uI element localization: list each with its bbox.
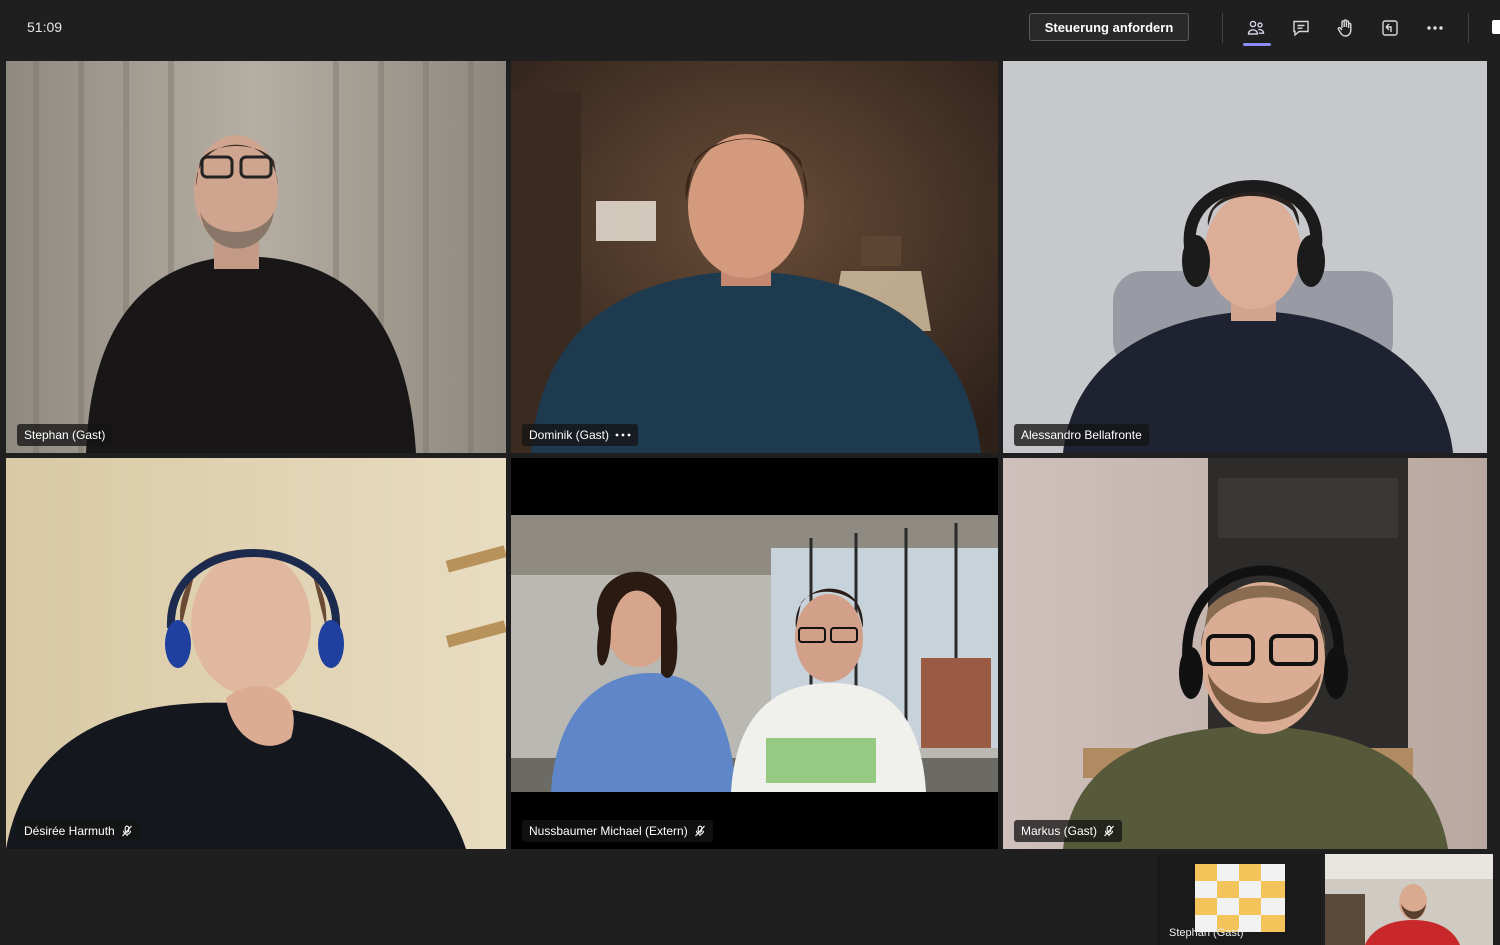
chat-icon[interactable] (1288, 15, 1314, 41)
participant-name: Alessandro Bellafronte (1021, 428, 1142, 442)
video-tile-desiree[interactable]: Désirée Harmuth (6, 458, 506, 849)
share-tray-icon[interactable] (1377, 15, 1403, 41)
mic-muted-icon (694, 825, 706, 837)
mic-muted-icon (121, 825, 133, 837)
participant-video (511, 61, 998, 453)
request-control-button[interactable]: Steuerung anfordern (1029, 13, 1189, 41)
leave-button-edge[interactable] (1492, 20, 1500, 34)
video-tile-dominik[interactable]: Dominik (Gast) (511, 61, 998, 453)
mic-muted-icon (1103, 825, 1115, 837)
toolbar-divider (1222, 13, 1223, 43)
participant-name-tag: Dominik (Gast) (522, 424, 639, 446)
participant-name: Désirée Harmuth (24, 824, 115, 838)
participant-name: Dominik (Gast) (529, 428, 610, 442)
shared-content-thumbnail[interactable]: Stephan (Gast) (1157, 854, 1321, 945)
participant-name-tag: Nussbaumer Michael (Extern) (522, 820, 713, 842)
participant-name-tag: Stephan (Gast) (17, 424, 113, 446)
participant-name: Markus (Gast) (1021, 824, 1098, 838)
more-actions-icon[interactable] (1422, 15, 1448, 41)
active-tab-indicator (1243, 43, 1271, 46)
self-video (1325, 854, 1493, 945)
video-tile-nussbaumer[interactable]: Nussbaumer Michael (Extern) (511, 458, 998, 849)
thumbnail-label: Stephan (Gast) (1169, 927, 1244, 939)
participant-name: Stephan (Gast) (24, 428, 106, 442)
video-tile-stephan[interactable]: Stephan (Gast) (6, 61, 506, 453)
video-tile-markus[interactable]: Markus (Gast) (1003, 458, 1487, 849)
shared-board-preview (1195, 864, 1285, 932)
participant-video (511, 458, 998, 849)
participant-video (1003, 61, 1487, 453)
participant-name-tag: Désirée Harmuth (17, 820, 140, 842)
more-options-icon[interactable] (615, 432, 631, 438)
meeting-timer: 51:09 (27, 19, 63, 35)
participant-video (6, 458, 506, 849)
toolbar-divider (1468, 13, 1469, 43)
participant-name: Nussbaumer Michael (Extern) (529, 824, 688, 838)
meeting-top-bar: 51:09 Steuerung anfordern (0, 0, 1500, 56)
raise-hand-icon[interactable] (1332, 15, 1358, 41)
participant-video (6, 61, 506, 453)
participant-video (1003, 458, 1487, 849)
participants-icon[interactable] (1243, 15, 1269, 41)
video-tile-alessandro[interactable]: Alessandro Bellafronte (1003, 61, 1487, 453)
participant-name-tag: Alessandro Bellafronte (1014, 424, 1149, 446)
self-view-thumbnail[interactable] (1325, 854, 1493, 945)
participant-name-tag: Markus (Gast) (1014, 820, 1123, 842)
